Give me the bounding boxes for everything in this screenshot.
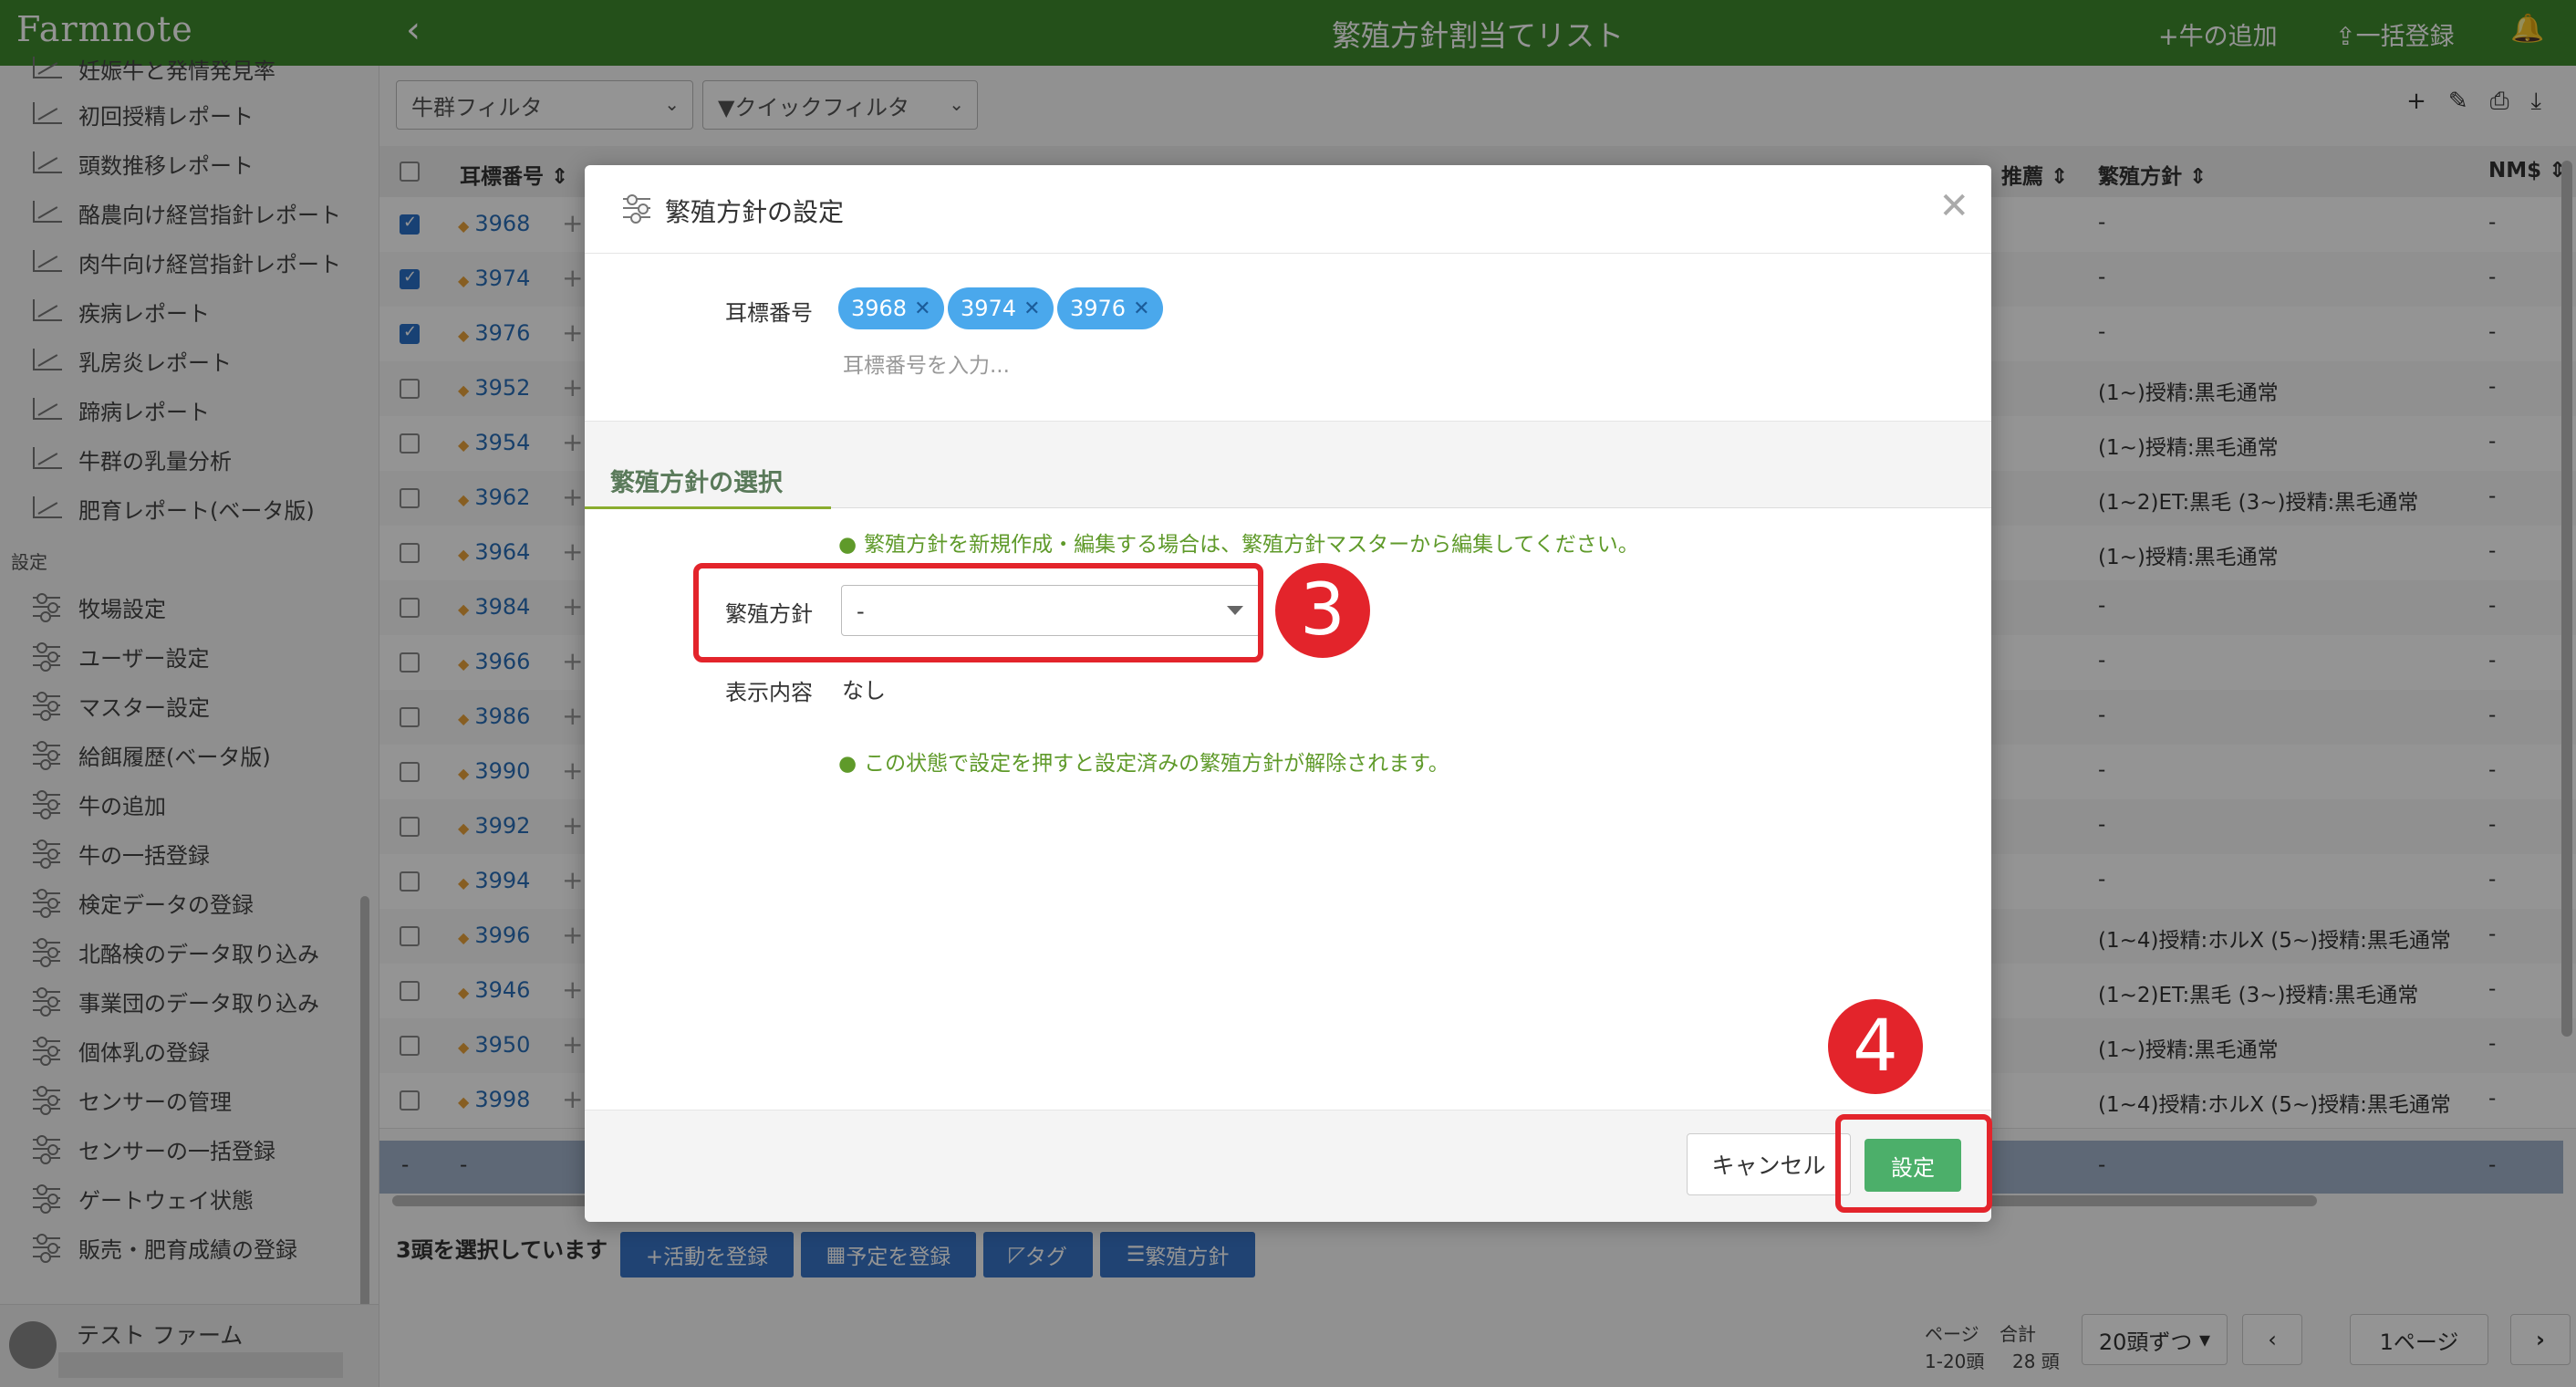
ear-tag-input[interactable]: 耳標番号を入力...	[843, 348, 1010, 379]
step-badge-4: 4	[1828, 999, 1923, 1094]
ear-tag-label: 耳標番号	[725, 300, 813, 326]
ear-tag-chip[interactable]: 3968 ✕	[838, 287, 944, 329]
divider	[831, 507, 1991, 508]
breeding-plan-modal: 繁殖方針の設定 ✕ 耳標番号 3968 ✕ 3974 ✕ 3976 ✕ 耳標番号を入力…	[585, 165, 1991, 1222]
display-label: 表示内容	[725, 680, 813, 705]
ear-tag-chip[interactable]: 3974 ✕	[948, 287, 1054, 329]
cancel-button[interactable]: キャンセル	[1687, 1133, 1851, 1195]
modal-section-bar	[585, 421, 1991, 507]
chip-label: 3968	[851, 296, 908, 321]
info-clear-note: この状態で設定を押すと設定済みの繁殖方針が解除されます。	[838, 746, 1449, 777]
ear-tag-chip[interactable]: 3976 ✕	[1057, 287, 1163, 329]
display-value: なし	[842, 678, 886, 704]
sliders-icon	[619, 194, 652, 224]
remove-icon[interactable]: ✕	[914, 297, 930, 320]
remove-icon[interactable]: ✕	[1133, 297, 1149, 320]
chip-label: 3976	[1070, 296, 1127, 321]
remove-icon[interactable]: ✕	[1023, 297, 1040, 320]
tab-plan-selection[interactable]: 繁殖方針の選択	[610, 463, 783, 498]
modal-header: 繁殖方針の設定 ✕	[585, 165, 1991, 254]
highlight-plan-select	[693, 563, 1263, 662]
info-master-note: 繁殖方針を新規作成・編集する場合は、繁殖方針マスターから編集してください。	[838, 527, 1639, 558]
highlight-submit	[1835, 1114, 1992, 1213]
chip-label: 3974	[961, 296, 1017, 321]
modal-title: 繁殖方針の設定	[665, 197, 845, 227]
close-icon[interactable]: ✕	[1938, 185, 1969, 227]
step-badge-3: 3	[1275, 563, 1370, 658]
tab-underline	[585, 506, 831, 509]
